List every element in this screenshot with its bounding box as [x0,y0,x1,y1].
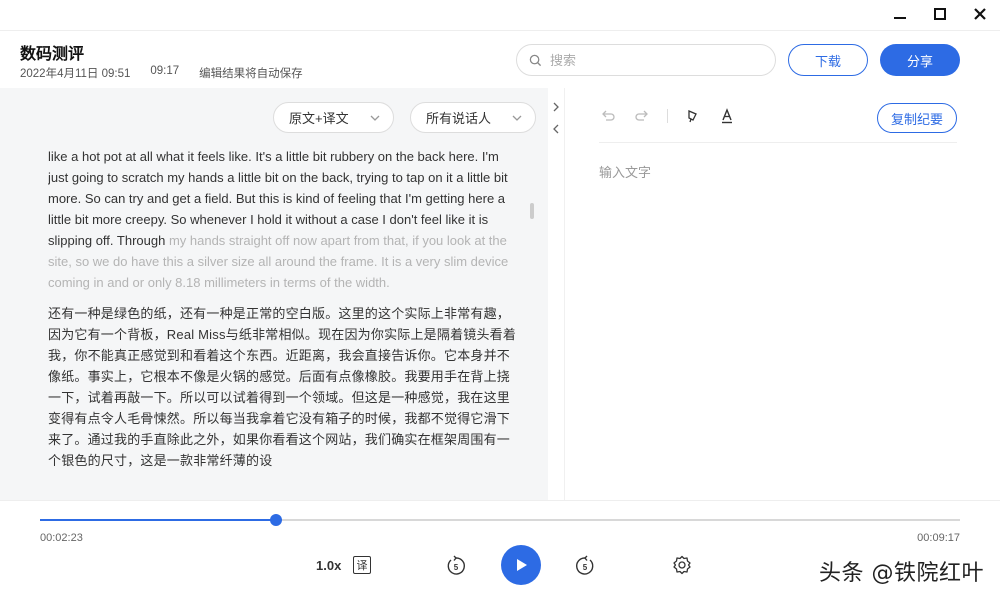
window-controls [880,0,1000,28]
maximize-icon [934,8,946,20]
settings-icon [673,555,691,575]
pane-toggle [548,96,564,156]
translated-paragraph[interactable]: 还有一种是绿色的纸，还有一种是正常的空白版。这里的这个实际上非常有趣，因为它有一… [48,303,518,471]
settings-button[interactable] [671,554,693,576]
redo-button[interactable] [633,107,651,125]
close-icon [974,8,986,20]
undo-icon [602,110,615,121]
autosave-note: 编辑结果将自动保存 [199,68,303,80]
transcript-pane: 原文+译文 所有说话人 like a hot pot at all what i… [0,88,548,500]
progress-handle[interactable] [270,514,283,526]
expand-left-button[interactable] [548,118,564,140]
speaker-filter-dropdown[interactable]: 所有说话人 [410,102,536,133]
original-paragraph[interactable]: like a hot pot at all what it feels like… [48,146,518,293]
close-button[interactable] [960,0,1000,28]
minimize-button[interactable] [880,0,920,28]
download-button[interactable]: 下载 [788,44,868,76]
forward-5-icon: 5 [576,555,594,575]
page-title: 数码测评 [20,46,85,63]
expand-right-button[interactable] [548,96,564,118]
rewind-button[interactable]: 5 [444,554,468,578]
play-icon [517,559,527,571]
highlight-button[interactable] [684,107,702,125]
rewind-seconds: 5 [454,563,459,572]
copy-summary-button[interactable]: 复制纪要 [877,103,957,133]
redo-icon [635,110,648,121]
notes-editor[interactable]: 输入文字 [599,162,651,181]
notes-pane: 复制纪要 输入文字 [564,88,1000,500]
progress-bar[interactable] [40,514,960,526]
text-color-icon [722,108,732,124]
speaker-filter-value: 所有说话人 [426,111,492,126]
meta-info: 2022年4月11日 09:51 09:17 编辑结果将自动保存 [20,65,303,81]
watermark: 头条 @铁院红叶 [819,561,984,586]
translate-toggle-button[interactable]: 译 [353,556,371,574]
view-mode-dropdown[interactable]: 原文+译文 [273,102,394,133]
toolbar-separator [599,142,957,143]
view-mode-value: 原文+译文 [289,111,349,126]
chevron-left-icon [553,124,559,134]
undo-button[interactable] [599,107,617,125]
search-input[interactable] [550,52,750,68]
forward-button[interactable]: 5 [573,554,597,578]
playback-speed-button[interactable]: 1.0x [316,558,341,573]
progress-fill [40,519,277,521]
chevron-down-icon [370,115,380,121]
toolbar-divider [667,109,668,123]
current-time: 00:02:23 [40,532,83,544]
total-time: 00:09:17 [917,532,960,544]
play-button[interactable] [501,545,541,585]
chevron-down-icon [512,115,522,121]
audio-player: 00:02:23 00:09:17 1.0x 译 5 5 头条 @铁院红叶 [0,500,1000,600]
share-button[interactable]: 分享 [880,44,960,76]
transcript-text[interactable]: like a hot pot at all what it feels like… [48,146,518,476]
text-color-button[interactable] [718,107,736,125]
record-duration: 09:17 [150,65,180,77]
editor-toolbar [599,104,736,128]
highlighter-icon [688,110,697,123]
header: 数码测评 2022年4月11日 09:51 09:17 编辑结果将自动保存 下载… [0,30,1000,88]
record-date: 2022年4月11日 09:51 [20,68,131,80]
search-box[interactable] [516,44,776,76]
maximize-button[interactable] [920,0,960,28]
forward-seconds: 5 [583,563,588,572]
rewind-5-icon: 5 [447,555,465,575]
minimize-icon [894,17,906,19]
chevron-right-icon [553,102,559,112]
scrollbar-thumb[interactable] [530,203,534,219]
search-icon [529,54,542,66]
